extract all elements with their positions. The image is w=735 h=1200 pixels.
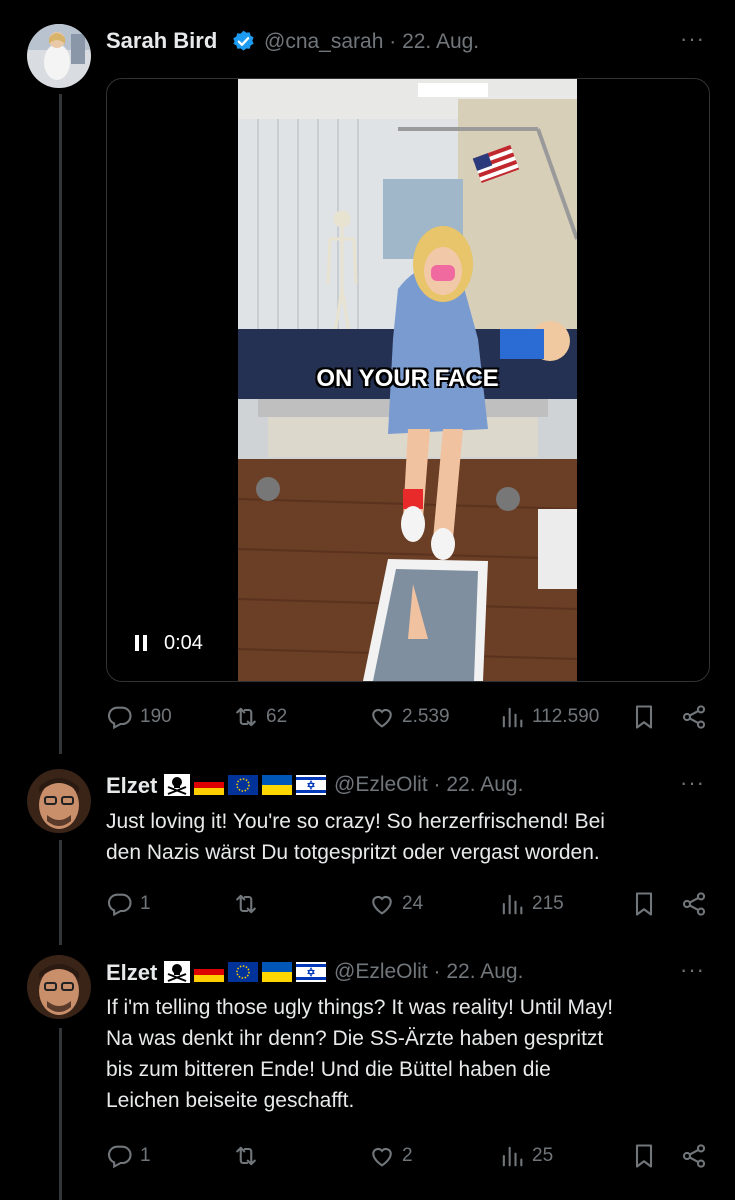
tweet-text: Just loving it! You're so crazy! So herz… xyxy=(106,806,706,868)
like-count: 2 xyxy=(402,1145,413,1166)
more-options-button[interactable]: ··· xyxy=(680,770,705,796)
video-caption: ON YOUR FACE xyxy=(316,365,499,392)
repost-icon xyxy=(236,1146,256,1166)
views-button[interactable]: 215 xyxy=(498,887,564,921)
author-handle[interactable]: @EzleOlit xyxy=(334,960,428,983)
tweet-text: If i'm telling those ugly things? It was… xyxy=(106,992,706,1116)
germany-flag-icon xyxy=(194,775,224,795)
like-count: 2.539 xyxy=(402,706,450,727)
author-handle[interactable]: @EzleOlit xyxy=(334,773,428,796)
tweet-text-line: Na was denkt ihr denn? Die SS-Ärzte habe… xyxy=(106,1027,604,1050)
views-icon xyxy=(502,894,523,915)
share-button[interactable] xyxy=(680,1139,708,1173)
author-name[interactable]: Elzet xyxy=(106,960,157,986)
heart-icon xyxy=(372,895,392,915)
views-count: 112.590 xyxy=(532,706,600,727)
reply-count: 1 xyxy=(140,1145,151,1166)
more-options-button[interactable]: ··· xyxy=(680,957,705,983)
reply-button[interactable]: 1 xyxy=(106,887,151,921)
share-button[interactable] xyxy=(680,887,708,921)
tweet-date[interactable]: 22. Aug. xyxy=(446,960,523,983)
avatar[interactable] xyxy=(27,24,91,88)
author-handle[interactable]: @cna_sarah xyxy=(264,30,383,53)
reply-icon xyxy=(107,1145,132,1169)
israel-flag-icon xyxy=(296,962,326,982)
eu-flag-icon xyxy=(228,775,258,795)
repost-button[interactable] xyxy=(232,887,266,921)
heart-icon xyxy=(372,708,392,728)
reply-button[interactable]: 190 xyxy=(106,700,172,734)
author-meta: @cna_sarah · 22. Aug. xyxy=(264,30,479,54)
share-button[interactable] xyxy=(680,700,708,734)
eu-flag-icon xyxy=(228,962,258,982)
verified-badge-icon xyxy=(233,30,254,51)
like-button[interactable]: 2.539 xyxy=(368,700,450,734)
meta-separator: · xyxy=(433,773,441,796)
germany-flag-icon xyxy=(194,962,224,982)
tweet-actions: 190 62 2.539 112.590 xyxy=(106,700,706,734)
meta-separator: · xyxy=(433,960,441,983)
repost-count: 62 xyxy=(266,706,288,727)
pause-icon xyxy=(135,635,147,651)
tweet-text-line: Just loving it! You're so crazy! So herz… xyxy=(106,810,605,833)
tweet-actions: 1 2 25 xyxy=(106,1139,706,1173)
tweet-text-line: bis zum bitteren Ende! Und die Büttel ha… xyxy=(106,1058,551,1081)
like-count: 24 xyxy=(402,893,424,914)
author-name[interactable]: Elzet xyxy=(106,773,157,799)
share-icon xyxy=(682,892,706,916)
reply-button[interactable]: 1 xyxy=(106,1139,151,1173)
skull-crossbones-icon xyxy=(164,961,190,983)
thread-line-reply-2 xyxy=(59,1028,62,1200)
bookmark-icon xyxy=(635,892,653,916)
israel-flag-icon xyxy=(296,775,326,795)
skull-crossbones-icon xyxy=(164,774,190,796)
avatar[interactable] xyxy=(27,955,91,1019)
thread-line-main xyxy=(59,94,62,754)
views-count: 215 xyxy=(532,893,564,914)
tweet-text-line: If i'm telling those ugly things? It was… xyxy=(106,996,614,1019)
more-options-button[interactable]: ··· xyxy=(680,26,705,52)
reply-count: 1 xyxy=(140,893,151,914)
author-name[interactable]: Sarah Bird xyxy=(106,28,217,54)
tweet-actions: 1 24 215 xyxy=(106,887,706,921)
reply-count: 190 xyxy=(140,706,172,727)
like-button[interactable]: 2 xyxy=(368,1139,413,1173)
ukraine-flag-icon xyxy=(262,775,292,795)
name-emojis xyxy=(164,773,326,797)
tweet-text-line: den Nazis wärst Du totgespritzt oder ver… xyxy=(106,841,600,864)
repost-button[interactable]: 62 xyxy=(232,700,287,734)
views-button[interactable]: 112.590 xyxy=(498,700,599,734)
reply-icon xyxy=(107,706,132,730)
views-icon xyxy=(502,707,523,728)
bookmark-icon xyxy=(635,705,653,729)
bookmark-icon xyxy=(635,1144,653,1168)
name-emojis xyxy=(164,960,326,984)
bookmark-button[interactable] xyxy=(630,887,658,921)
repost-button[interactable] xyxy=(232,1139,266,1173)
video-time: 0:04 xyxy=(164,632,203,654)
bookmark-button[interactable] xyxy=(630,1139,658,1173)
avatar[interactable] xyxy=(27,769,91,833)
author-meta: @EzleOlit · 22. Aug. xyxy=(334,960,523,984)
views-icon xyxy=(502,1146,523,1167)
reply-icon xyxy=(107,893,132,917)
pause-button[interactable] xyxy=(134,635,148,651)
share-icon xyxy=(682,1144,706,1168)
bookmark-button[interactable] xyxy=(630,700,658,734)
author-meta: @EzleOlit · 22. Aug. xyxy=(334,773,523,797)
ukraine-flag-icon xyxy=(262,962,292,982)
share-icon xyxy=(682,705,706,729)
like-button[interactable]: 24 xyxy=(368,887,423,921)
repost-icon xyxy=(236,894,256,914)
thread-line-reply-1 xyxy=(59,840,62,945)
heart-icon xyxy=(372,1147,392,1167)
meta-separator: · xyxy=(389,30,397,53)
views-count: 25 xyxy=(532,1145,554,1166)
repost-icon xyxy=(236,707,256,727)
video-player[interactable]: ON YOUR FACE 0:04 xyxy=(106,78,710,682)
tweet-date[interactable]: 22. Aug. xyxy=(402,30,479,53)
tweet-text-line: Leichen beiseite geschafft. xyxy=(106,1089,355,1112)
views-button[interactable]: 25 xyxy=(498,1139,553,1173)
tweet-date[interactable]: 22. Aug. xyxy=(446,773,523,796)
